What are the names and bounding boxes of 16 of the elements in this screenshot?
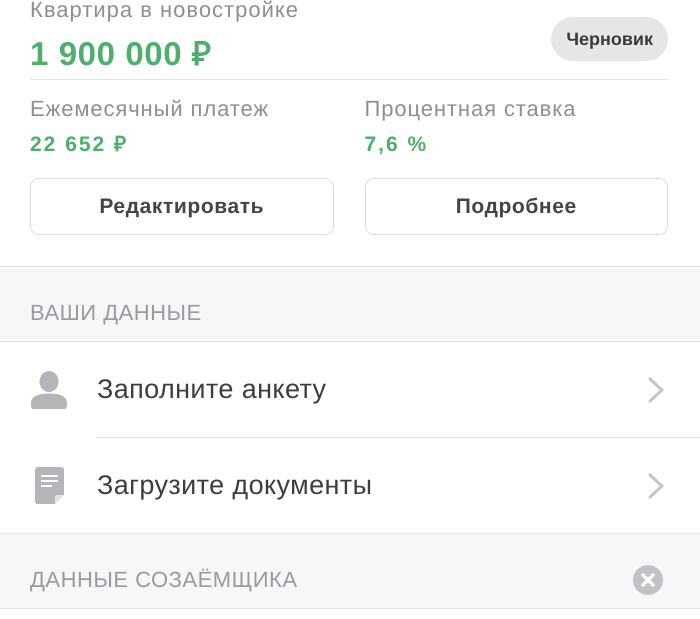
- chevron-icon: [648, 472, 664, 498]
- edit-button[interactable]: Редактировать: [30, 178, 334, 235]
- loan-amount: 1 900 000 ₽: [30, 34, 212, 74]
- status-badge: Черновик: [551, 17, 668, 61]
- document-icon: [34, 467, 64, 504]
- detail-value: 22 652 ₽: [30, 132, 128, 158]
- detail-value: 7,6 %: [364, 132, 428, 158]
- detail-label: Процентная ставка: [364, 97, 576, 121]
- section-title: ДАННЫЕ СОЗАЁМЩИКА: [30, 567, 298, 593]
- close-icon[interactable]: [633, 565, 663, 595]
- chevron-icon: [648, 376, 664, 402]
- more-button[interactable]: Подробнее: [364, 178, 668, 235]
- section-title: ВАШИ ДАННЫЕ: [30, 300, 202, 326]
- person-icon: [31, 370, 67, 408]
- loan-title: Квартира в новостройке: [30, 0, 299, 21]
- detail-label: Ежемесячный платеж: [30, 97, 269, 121]
